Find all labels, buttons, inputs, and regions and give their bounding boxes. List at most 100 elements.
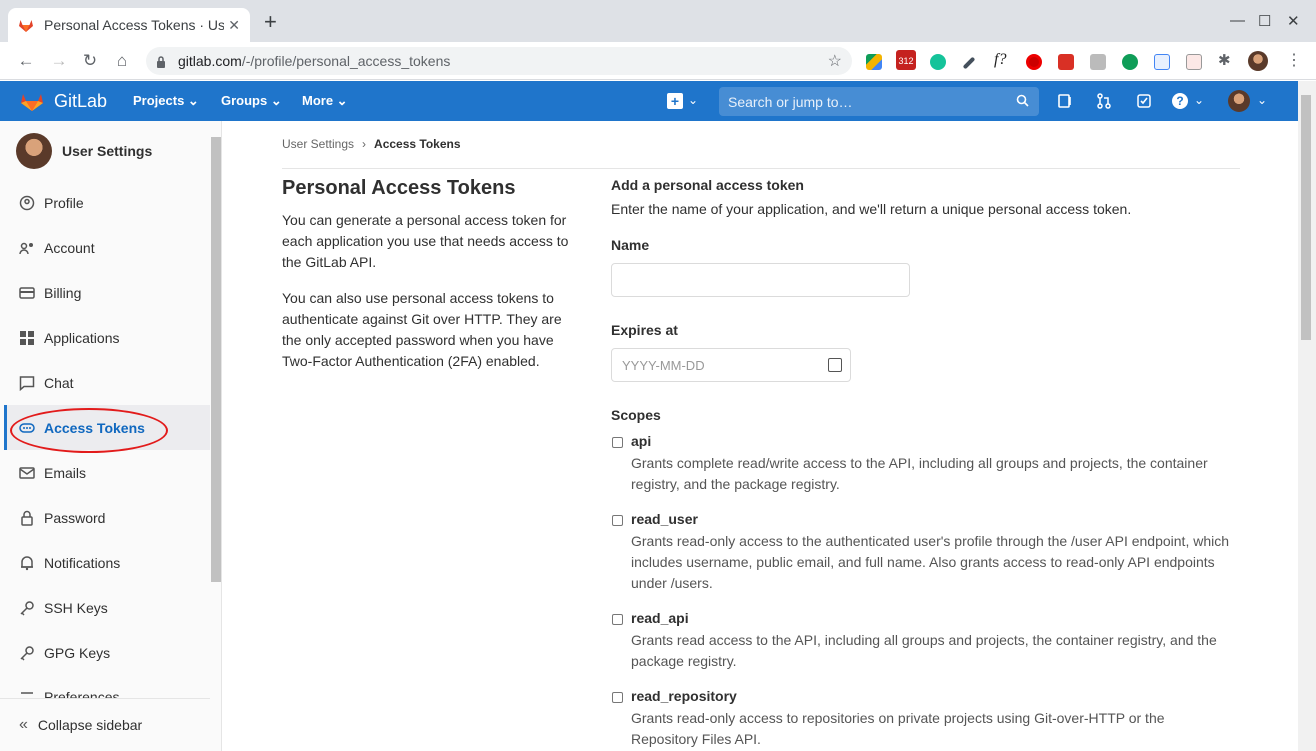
red-extension-icon[interactable] [1058, 54, 1074, 70]
gitlab-logo-icon[interactable] [20, 90, 44, 112]
billing-icon [19, 286, 35, 299]
lock-icon [156, 55, 166, 68]
lock-icon [21, 510, 33, 526]
calendar-icon[interactable] [828, 358, 842, 372]
account-icon [19, 242, 33, 254]
sidebar-item-notifications[interactable]: Notifications [4, 540, 210, 585]
gmail-badge-count: 312 [898, 56, 914, 66]
profile-icon [19, 195, 35, 210]
sidebar-item-applications[interactable]: Applications [4, 315, 210, 360]
extensions-puzzle-icon[interactable]: ✱ [1218, 51, 1234, 69]
sidebar-item-label: Applications [44, 329, 120, 346]
back-icon[interactable]: ← [16, 51, 36, 71]
screenshot-extension-icon[interactable] [1186, 54, 1202, 70]
breadcrumb-separator-icon: › [362, 137, 367, 151]
sidebar-scrollbar[interactable] [211, 137, 221, 582]
green-extension-icon[interactable] [1122, 54, 1138, 70]
page-scrollbar-thumb[interactable] [1301, 95, 1311, 340]
sidebar-item-emails[interactable]: Emails [4, 450, 210, 495]
form-heading: Add a personal access token [611, 177, 804, 193]
main-content: User Settings › Access Tokens Personal Acc… [223, 121, 1298, 751]
new-plus-icon[interactable]: + [667, 93, 683, 109]
sidebar-item-account[interactable]: Account [4, 225, 210, 270]
scope-checkbox[interactable] [612, 692, 623, 703]
grammarly-extension-icon[interactable] [930, 54, 946, 70]
user-avatar[interactable] [1228, 90, 1250, 112]
url-host: gitlab.com [178, 53, 242, 69]
sidebar-item-profile[interactable]: Profile [4, 180, 210, 225]
drive-extension-icon[interactable] [866, 54, 882, 70]
home-icon[interactable]: ⌂ [112, 51, 132, 71]
name-field[interactable] [611, 263, 910, 297]
scope-read-user: read_user Grants read-only access to the… [611, 511, 1241, 594]
tab-close-icon[interactable]: ✕ [228, 17, 240, 34]
intro-column: Personal Access Tokens You can generate … [282, 177, 582, 387]
formula-extension-icon[interactable]: f? [994, 51, 1010, 68]
bell-icon [21, 555, 33, 570]
more-menu[interactable]: More ⌄ [302, 93, 348, 109]
gray-extension-icon[interactable] [1090, 54, 1106, 70]
breadcrumb: User Settings › Access Tokens [282, 137, 461, 151]
breadcrumb-parent[interactable]: User Settings [282, 137, 354, 151]
scope-name[interactable]: read_repository [631, 688, 1241, 704]
sidebar-header[interactable]: User Settings [16, 133, 152, 169]
gitlab-header: GitLab Projects ⌄ Groups ⌄ More ⌄ + ⌄ Se… [0, 81, 1298, 121]
issues-check-icon[interactable] [1136, 93, 1152, 109]
gmail-extension-icon[interactable]: 312 [896, 50, 916, 70]
scope-name[interactable]: api [631, 433, 1241, 449]
projects-menu[interactable]: Projects ⌄ [133, 93, 199, 109]
sidebar-item-ssh-keys[interactable]: SSH Keys [4, 585, 210, 630]
help-chevron-down-icon[interactable]: ⌄ [1194, 93, 1210, 109]
scope-checkbox[interactable] [612, 614, 623, 625]
groups-menu[interactable]: Groups ⌄ [221, 93, 282, 109]
sidebar-item-password[interactable]: Password [4, 495, 210, 540]
sidebar-item-label: Account [44, 239, 95, 256]
sidebar-item-label: Emails [44, 464, 87, 481]
help-icon[interactable]: ? [1172, 93, 1188, 109]
todo-icon[interactable] [1057, 93, 1073, 109]
settings-sidebar: User Settings Profile Account Billing Ap… [0, 121, 222, 751]
minimize-icon[interactable]: — [1230, 12, 1245, 29]
forward-icon[interactable]: → [49, 51, 69, 71]
page-scrollbar[interactable] [1298, 81, 1316, 751]
scope-checkbox[interactable] [612, 515, 623, 526]
intro-paragraph-1: You can generate a personal access token… [282, 212, 569, 270]
search-placeholder: Search or jump to… [728, 93, 853, 110]
gitlab-brand[interactable]: GitLab [54, 91, 107, 112]
bookmark-star-icon[interactable]: ☆ [828, 51, 842, 71]
scope-checkbox[interactable] [612, 437, 623, 448]
close-window-icon[interactable]: ✕ [1287, 12, 1300, 30]
expires-label: Expires at [611, 322, 678, 338]
scope-description: Grants read-only access to the authentic… [631, 533, 1230, 591]
chevron-down-icon[interactable]: ⌄ [688, 93, 704, 109]
form-description: Enter the name of your application, and … [611, 201, 1132, 217]
merge-request-icon[interactable] [1096, 93, 1112, 109]
scope-read-repository: read_repository Grants read-only access … [611, 688, 1241, 750]
sidebar-item-gpg-keys[interactable]: GPG Keys [4, 630, 210, 675]
browser-menu-icon[interactable]: ⋮ [1284, 51, 1304, 71]
collapse-sidebar-button[interactable]: « Collapse sidebar [0, 698, 210, 750]
maximize-icon[interactable]: ☐ [1258, 12, 1271, 30]
browser-tab[interactable]: Personal Access Tokens · User Settings ·… [8, 8, 250, 42]
scope-name[interactable]: read_api [631, 610, 1241, 626]
scope-name[interactable]: read_user [631, 511, 1241, 527]
address-bar[interactable]: gitlab.com/-/profile/personal_access_tok… [146, 47, 852, 75]
browser-profile-avatar[interactable] [1248, 51, 1268, 71]
search-input[interactable]: Search or jump to… [719, 87, 1039, 116]
sidebar-item-billing[interactable]: Billing [4, 270, 210, 315]
scope-description: Grants read-only access to repositories … [631, 710, 1165, 747]
sidebar-item-chat[interactable]: Chat [4, 360, 210, 405]
new-tab-button[interactable]: + [264, 11, 277, 33]
expires-date-field[interactable]: YYYY-MM-DD [611, 348, 851, 382]
browser-toolbar: ← → ↻ ⌂ gitlab.com/-/profile/personal_ac… [0, 42, 1316, 80]
token-form: Add a personal access token Enter the na… [611, 177, 1241, 751]
breadcrumb-current[interactable]: Access Tokens [374, 137, 461, 151]
gitlab-favicon-icon [19, 20, 33, 32]
eyedropper-extension-icon[interactable] [962, 56, 976, 70]
sidebar-item-label: Profile [44, 194, 84, 211]
expires-placeholder: YYYY-MM-DD [622, 357, 705, 373]
document-extension-icon[interactable] [1154, 54, 1170, 70]
record-extension-icon[interactable] [1026, 54, 1042, 70]
reload-icon[interactable]: ↻ [80, 51, 100, 71]
user-chevron-down-icon[interactable]: ⌄ [1257, 93, 1273, 109]
